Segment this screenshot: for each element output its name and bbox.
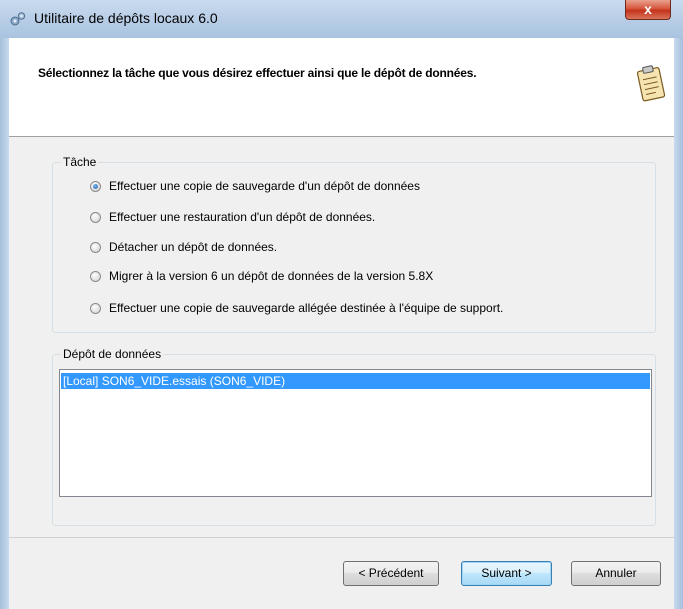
left-frame: [0, 38, 9, 609]
task-option-label: Effectuer une restauration d'un dépôt de…: [109, 210, 376, 224]
right-frame: [674, 38, 683, 609]
close-button[interactable]: x: [625, 0, 671, 20]
previous-button[interactable]: < Précédent: [343, 561, 439, 586]
task-groupbox: Tâche Effectuer une copie de sauvegarde …: [52, 155, 656, 333]
footer-divider: [9, 537, 674, 538]
task-option-label: Effectuer une copie de sauvegarde allégé…: [109, 301, 504, 315]
title-bar[interactable]: Utilitaire de dépôts locaux 6.0 x: [0, 0, 683, 39]
radio-button[interactable]: [90, 241, 101, 253]
datastore-group-legend: Dépôt de données: [61, 347, 164, 361]
radio-button[interactable]: [90, 211, 101, 223]
task-option-detach[interactable]: Détacher un dépôt de données.: [90, 238, 277, 256]
radio-button[interactable]: [90, 302, 101, 314]
tools-icon: [10, 12, 26, 26]
dialog-window: Utilitaire de dépôts locaux 6.0 x Sélect…: [0, 0, 683, 609]
task-option-label: Détacher un dépôt de données.: [109, 240, 278, 254]
task-option-light-backup[interactable]: Effectuer une copie de sauvegarde allégé…: [90, 299, 503, 317]
task-option-label: Effectuer une copie de sauvegarde d'un d…: [109, 179, 420, 193]
datastore-list[interactable]: [Local] SON6_VIDE.essais (SON6_VIDE): [59, 369, 652, 497]
clipboard-icon: [636, 65, 666, 102]
next-button[interactable]: Suivant >: [461, 561, 552, 586]
wizard-content: Tâche Effectuer une copie de sauvegarde …: [9, 137, 674, 609]
task-group-legend: Tâche: [61, 155, 99, 169]
task-option-restore[interactable]: Effectuer une restauration d'un dépôt de…: [90, 208, 375, 226]
task-option-label: Migrer à la version 6 un dépôt de donnée…: [109, 269, 434, 283]
cancel-button[interactable]: Annuler: [571, 561, 661, 586]
radio-button[interactable]: [90, 270, 101, 282]
page-title: Sélectionnez la tâche que vous désirez e…: [38, 66, 477, 80]
window-title: Utilitaire de dépôts locaux 6.0: [34, 10, 218, 26]
list-item-selected[interactable]: [Local] SON6_VIDE.essais (SON6_VIDE): [61, 373, 650, 389]
task-option-migrate[interactable]: Migrer à la version 6 un dépôt de donnée…: [90, 267, 433, 285]
task-option-backup[interactable]: Effectuer une copie de sauvegarde d'un d…: [90, 177, 420, 195]
wizard-header: Sélectionnez la tâche que vous désirez e…: [9, 38, 674, 137]
radio-button-checked[interactable]: [90, 180, 101, 192]
